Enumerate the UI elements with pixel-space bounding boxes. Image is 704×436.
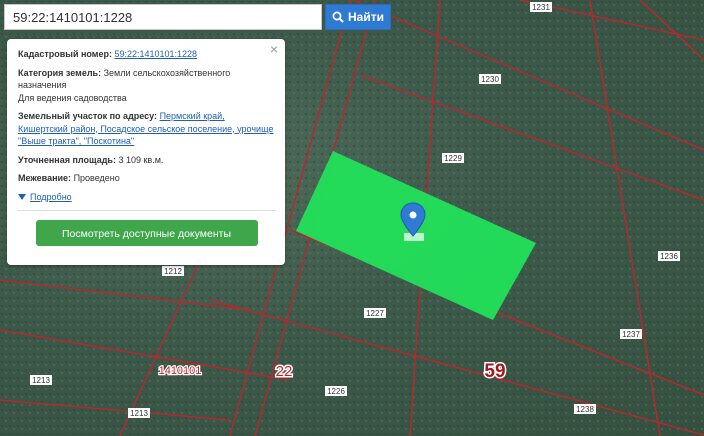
parcel-label-1227: 1227 (364, 308, 386, 318)
svg-text:1230: 1230 (481, 75, 499, 84)
district-label: 22 (276, 363, 293, 380)
divider (17, 210, 276, 211)
parcel-label-1230: 1230 (479, 74, 501, 84)
survey-label: Межевание: (18, 173, 72, 183)
parcel-label-1237: 1237 (620, 329, 642, 339)
parcel-label-1213: 1213 (30, 375, 52, 385)
triangle-down-icon (18, 193, 26, 200)
svg-text:1237: 1237 (622, 330, 640, 339)
svg-text:1226: 1226 (327, 387, 345, 396)
svg-text:1231: 1231 (532, 3, 550, 12)
region-label: 59 (484, 361, 505, 382)
svg-text:1229: 1229 (444, 154, 462, 163)
survey-value: Проведено (73, 173, 120, 183)
details-toggle[interactable]: Подробно (18, 191, 275, 204)
svg-text:1213: 1213 (130, 409, 148, 418)
details-label[interactable]: Подробно (30, 191, 72, 204)
svg-text:1238: 1238 (576, 405, 594, 414)
category-row: Категория земель: Земли сельскохозяйстве… (18, 67, 275, 105)
parcel-label-1231: 1231 (530, 2, 552, 12)
parcel-label-1226: 1226 (325, 386, 347, 396)
address-label: Земельный участок по адресу: (18, 111, 158, 121)
svg-text:1213: 1213 (32, 376, 50, 385)
area-value: 3 109 кв.м. (118, 154, 164, 165)
quarter-label: 1410101 (159, 365, 202, 377)
parcel-label-1213-b: 1213 (128, 408, 150, 418)
survey-row: Межевание: Проведено (18, 172, 275, 185)
parcel-label-1229: 1229 (442, 153, 464, 163)
cadastral-row: Кадастровый номер: 59:22:1410101:1228 (18, 48, 275, 61)
area-label: Уточненная площадь: (18, 154, 116, 165)
parcel-label-1236: 1236 (658, 251, 680, 261)
usage-value: Для ведения садоводства (18, 92, 127, 103)
svg-text:1227: 1227 (366, 309, 384, 318)
category-label: Категория земель: (18, 67, 102, 78)
map-pin-icon[interactable] (400, 202, 426, 241)
close-icon[interactable]: × (270, 42, 278, 55)
search-input[interactable] (4, 4, 322, 30)
cadastral-number-link[interactable]: 59:22:1410101:1228 (114, 49, 197, 59)
map-view[interactable]: 1231 1230 1229 1236 1237 1238 1227 1226 … (0, 0, 704, 436)
parcel-info-popup: × Кадастровый номер: 59:22:1410101:1228 … (7, 39, 285, 265)
view-documents-button[interactable]: Посмотреть доступные документы (35, 220, 258, 246)
area-row: Уточненная площадь: 3 109 кв.м. (18, 154, 275, 167)
search-button[interactable]: Найти (325, 4, 391, 30)
search-button-label: Найти (348, 10, 384, 24)
parcel-label-1212: 1212 (162, 266, 184, 276)
parcel-label-1238: 1238 (574, 404, 596, 414)
cadastral-label: Кадастровый номер: (18, 49, 112, 59)
svg-text:1236: 1236 (660, 252, 678, 261)
search-icon (332, 11, 344, 23)
svg-text:1212: 1212 (164, 267, 182, 276)
address-row: Земельный участок по адресу: Пермский кр… (18, 110, 275, 148)
